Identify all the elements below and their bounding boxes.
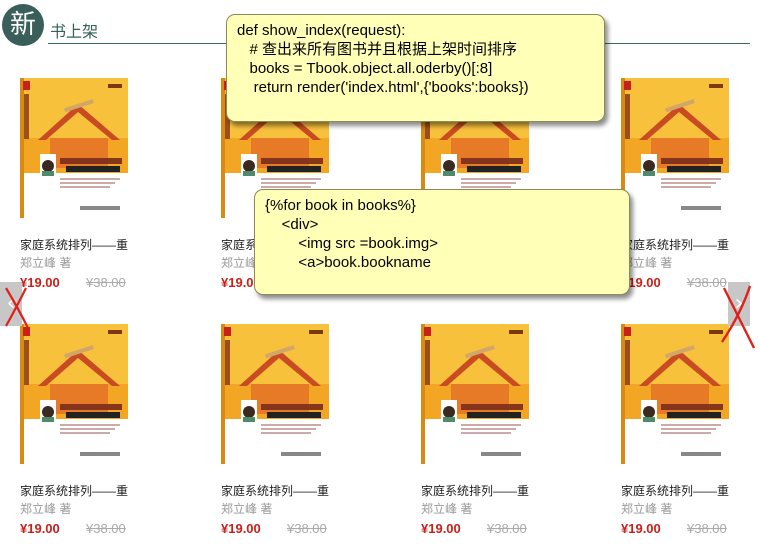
book-cover-image[interactable] [20,78,128,218]
note-line: def show_index(request): [237,22,406,39]
book-original-price: ¥38.00 [687,521,727,536]
note-line: books = Tbook.object.all.oderby()[:8] [237,60,493,77]
book-author: 郑立峰 著 [421,502,473,516]
book-card[interactable]: 家庭系统排列——重郑立峰 著 ¥19.00 ¥38.00 [421,324,561,544]
book-price: ¥19.00 [621,521,661,536]
red-cross-mark-right [721,285,756,349]
book-author: 郑立峰 著 [20,256,72,270]
book-title-link[interactable]: 家庭系统排列——重 [20,482,128,499]
section-title: 书上架 [50,24,99,41]
note-line: <a>book.bookname [265,254,431,271]
note-line: <div> [265,216,319,233]
note-line: <img src =book.img> [265,235,438,252]
book-original-price: ¥38.00 [487,521,527,536]
python-code-note: def show_index(request): # 查出来所有图书并且根据上架… [226,14,605,122]
book-author: 郑立峰 著 [621,502,673,516]
book-card[interactable]: 家庭系统排列——重郑立峰 著¥19.00¥38.00 [20,78,160,298]
book-card[interactable]: 家庭系统排列——重郑立峰 著 ¥19.00 ¥38.00 [20,324,160,544]
book-price: ¥19.00 [221,521,261,536]
book-price: ¥19.00 [20,521,60,536]
book-original-price: ¥38.00 [86,521,126,536]
note-line: # 查出来所有图书并且根据上架时间排序 [237,41,518,58]
note-line: return render('index.html',{'books':book… [237,79,529,96]
note-line: {%for book in books%} [265,197,416,214]
red-cross-mark-left [5,287,29,329]
book-title-link[interactable]: 家庭系统排列——重 [621,482,729,499]
new-badge-icon: 新 [2,4,44,46]
book-card[interactable]: 家庭系统排列——重郑立峰 著 ¥19.00 ¥38.00 [221,324,361,544]
book-title-link[interactable]: 家庭系统排列——重 [221,482,329,499]
book-author: 郑立峰 著 [20,502,72,516]
book-cover-art [20,324,128,464]
book-cover-image[interactable] [221,324,329,464]
book-cover-art [421,324,529,464]
book-cover-image[interactable] [421,324,529,464]
book-title-link[interactable]: 家庭系统排列——重 [621,236,729,253]
book-card[interactable]: 家庭系统排列——重郑立峰 著¥19.00¥38.00 [621,78,759,298]
book-cover-image[interactable] [621,78,729,218]
book-cover-image[interactable] [621,324,729,464]
book-original-price: ¥38.00 [86,275,126,290]
book-title-link[interactable]: 家庭系统排列——重 [20,236,128,253]
book-cover-art [20,78,128,218]
book-original-price: ¥38.00 [287,521,327,536]
book-title-link[interactable]: 家庭系统排列——重 [421,482,529,499]
book-price: ¥19.00 [421,521,461,536]
book-card[interactable]: 家庭系统排列——重郑立峰 著 ¥19.00 ¥38.00 [621,324,759,544]
book-cover-art [621,324,729,464]
book-author: 郑立峰 著 [221,502,273,516]
book-cover-art [621,78,729,218]
template-code-note: {%for book in books%} <div> <img src =bo… [254,189,630,295]
book-cover-image[interactable] [20,324,128,464]
book-cover-art [221,324,329,464]
